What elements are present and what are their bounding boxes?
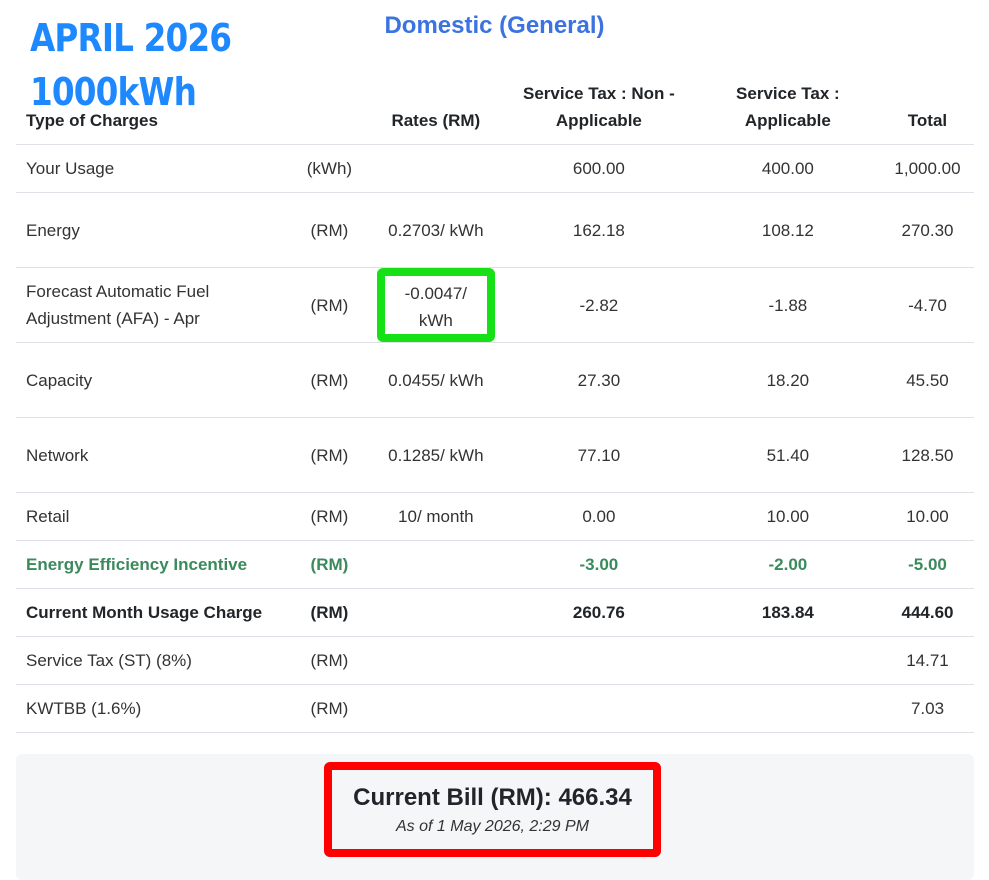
table-row-usage-charge: Current Month Usage Charge (RM) 260.76 1… — [16, 588, 974, 637]
row-total: 270.30 — [880, 192, 974, 268]
table-row-usage: Your Usage (kWh) 600.00 400.00 1,000.00 — [16, 144, 974, 193]
row-applicable: -2.00 — [694, 540, 881, 589]
row-rate — [368, 588, 504, 637]
header-rates: Rates (RM) — [368, 80, 504, 145]
row-label: Forecast Automatic Fuel Adjustment (AFA)… — [16, 267, 291, 343]
overlay-period-label: APRIL 2026 — [30, 16, 232, 60]
row-unit: (RM) — [290, 588, 369, 637]
row-label: Retail — [16, 492, 291, 541]
row-non-applicable: 0.00 — [503, 492, 695, 541]
table-row-kwtbb: KWTBB (1.6%) (RM) 7.03 — [16, 684, 974, 733]
row-label: KWTBB (1.6%) — [16, 684, 291, 733]
row-rate: 10/ month — [368, 492, 504, 541]
row-total: 444.60 — [880, 588, 974, 637]
table-row-retail: Retail (RM) 10/ month 0.00 10.00 10.00 — [16, 492, 974, 541]
row-total: 1,000.00 — [880, 144, 974, 193]
row-total: 10.00 — [880, 492, 974, 541]
row-unit: (RM) — [290, 636, 369, 685]
row-non-applicable — [503, 684, 695, 733]
row-total: 45.50 — [880, 342, 974, 418]
table-row-energy: Energy (RM) 0.2703/ kWh 162.18 108.12 27… — [16, 192, 974, 268]
current-bill-highlight: Current Bill (RM): 466.34 As of 1 May 20… — [324, 762, 661, 857]
bill-as-of-date: As of 1 May 2026, 2:29 PM — [396, 818, 589, 835]
header-applicable: Service Tax : Applicable — [694, 80, 881, 145]
row-rate — [368, 684, 504, 733]
row-non-applicable: 27.30 — [503, 342, 695, 418]
row-label: Energy Efficiency Incentive — [16, 540, 291, 589]
row-rate: 0.1285/ kWh — [368, 417, 504, 493]
current-bill-total: Current Bill (RM): 466.34 — [353, 784, 632, 811]
header-unit — [290, 80, 369, 145]
row-total: -5.00 — [880, 540, 974, 589]
row-unit: (RM) — [290, 342, 369, 418]
row-applicable: 18.20 — [694, 342, 881, 418]
row-non-applicable: 77.10 — [503, 417, 695, 493]
row-total: 128.50 — [880, 417, 974, 493]
row-unit: (RM) — [290, 492, 369, 541]
row-total: 7.03 — [880, 684, 974, 733]
row-applicable: 10.00 — [694, 492, 881, 541]
row-rate: 0.2703/ kWh — [368, 192, 504, 268]
row-label: Capacity — [16, 342, 291, 418]
row-label: Your Usage — [16, 144, 291, 193]
row-applicable — [694, 636, 881, 685]
row-applicable: -1.88 — [694, 267, 881, 343]
row-label: Current Month Usage Charge — [16, 588, 291, 637]
table-row-efficiency-incentive: Energy Efficiency Incentive (RM) -3.00 -… — [16, 540, 974, 589]
overlay-usage-label: 1000kWh — [30, 70, 197, 114]
row-applicable: 400.00 — [694, 144, 881, 193]
row-total: -4.70 — [880, 267, 974, 343]
row-applicable: 51.40 — [694, 417, 881, 493]
row-label: Service Tax (ST) (8%) — [16, 636, 291, 685]
row-applicable: 108.12 — [694, 192, 881, 268]
row-rate: 0.0455/ kWh — [368, 342, 504, 418]
table-row-network: Network (RM) 0.1285/ kWh 77.10 51.40 128… — [16, 417, 974, 493]
row-non-applicable — [503, 636, 695, 685]
row-unit: (RM) — [290, 192, 369, 268]
row-unit: (RM) — [290, 684, 369, 733]
row-rate — [368, 144, 504, 193]
row-label: Network — [16, 417, 291, 493]
row-rate — [368, 636, 504, 685]
row-non-applicable: 260.76 — [503, 588, 695, 637]
row-applicable — [694, 684, 881, 733]
row-non-applicable: -2.82 — [503, 267, 695, 343]
row-unit: (RM) — [290, 267, 369, 343]
row-unit: (RM) — [290, 417, 369, 493]
row-non-applicable: -3.00 — [503, 540, 695, 589]
header-non-applicable: Service Tax : Non - Applicable — [503, 80, 695, 145]
row-applicable: 183.84 — [694, 588, 881, 637]
table-row-afa: Forecast Automatic Fuel Adjustment (AFA)… — [16, 267, 974, 343]
row-non-applicable: 162.18 — [503, 192, 695, 268]
charges-table: Type of Charges Rates (RM) Service Tax :… — [16, 80, 974, 733]
row-non-applicable: 600.00 — [503, 144, 695, 193]
row-unit: (kWh) — [290, 144, 369, 193]
row-total: 14.71 — [880, 636, 974, 685]
row-rate-cell: -0.0047/ kWh — [368, 267, 504, 343]
table-row-service-tax: Service Tax (ST) (8%) (RM) 14.71 — [16, 636, 974, 685]
row-unit: (RM) — [290, 540, 369, 589]
table-row-capacity: Capacity (RM) 0.0455/ kWh 27.30 18.20 45… — [16, 342, 974, 418]
row-rate — [368, 540, 504, 589]
afa-rate-highlight: -0.0047/ kWh — [376, 268, 496, 342]
header-total: Total — [880, 80, 974, 145]
row-label: Energy — [16, 192, 291, 268]
